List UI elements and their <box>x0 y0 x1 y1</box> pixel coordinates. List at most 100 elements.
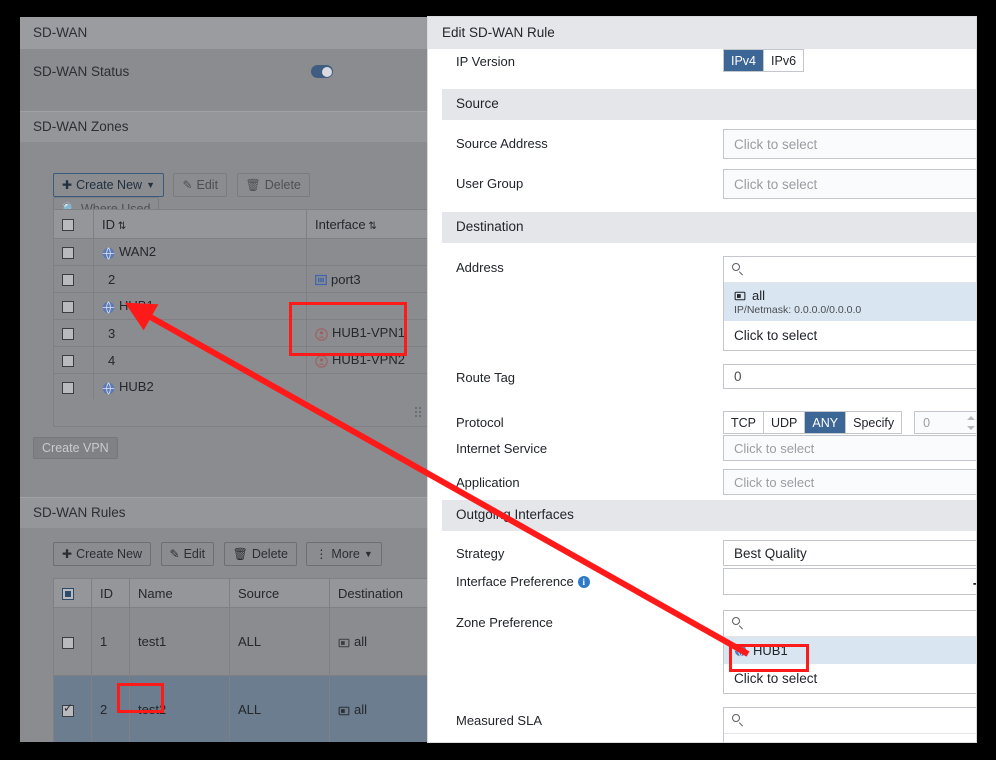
screenshot-root: SD-WAN SD-WAN Status SD-WAN Zones ✚ Crea… <box>0 0 996 760</box>
create-vpn-button[interactable]: Create VPN <box>33 437 118 459</box>
zone-preference-footer[interactable]: Click to select <box>724 664 976 693</box>
source-section-header: Source <box>442 89 976 120</box>
zone-interface-cell: port3 <box>306 265 428 293</box>
rules-more-button[interactable]: ⋮ More ▼ <box>306 542 382 566</box>
outgoing-interfaces-section-header: Outgoing Interfaces <box>442 500 976 531</box>
zone-preference-selector: HUB1 Click to select <box>723 610 976 694</box>
dialog-title: Edit SD-WAN Rule <box>442 25 555 40</box>
info-icon[interactable]: i <box>577 576 590 588</box>
protocol-udp-option[interactable]: UDP <box>764 412 806 433</box>
strategy-select[interactable]: Best Quality <box>723 540 976 566</box>
row-checkbox-cell[interactable] <box>53 238 94 266</box>
row-checkbox-cell[interactable] <box>53 675 92 742</box>
zone-preference-option-hub1[interactable]: HUB1 <box>724 637 976 664</box>
row-checkbox-cell[interactable] <box>53 373 94 401</box>
destination-address-search-input[interactable] <box>724 257 976 283</box>
protocol-number-input[interactable]: 0 <box>914 411 976 434</box>
zone-interface-label: port3 <box>331 271 361 287</box>
zone-icon <box>102 247 115 259</box>
rule-id-cell: 1 <box>91 607 130 676</box>
row-checkbox-cell[interactable] <box>53 292 94 320</box>
row-checkbox-cell[interactable] <box>53 607 92 676</box>
row-checkbox[interactable] <box>62 355 74 368</box>
protocol-any-option[interactable]: ANY <box>805 412 847 433</box>
source-address-input[interactable]: Click to select <box>723 129 976 159</box>
table-row[interactable]: 2 port3 <box>53 265 428 293</box>
trash-icon: 🗑 <box>232 547 248 561</box>
zones-create-new-button[interactable]: ✚ Create New ▼ <box>53 173 164 197</box>
table-row[interactable]: 2 test2 ALL all <box>53 675 428 742</box>
destination-address-footer[interactable]: Click to select <box>724 321 976 350</box>
dialog-title-bar: Edit SD-WAN Rule <box>428 17 976 49</box>
ip-version-ipv6-option[interactable]: IPv6 <box>764 50 804 71</box>
sdwan-rules-section-header: SD-WAN Rules <box>20 497 428 528</box>
rule-source-cell: ALL <box>229 607 330 676</box>
zone-id-cell: 3 <box>93 319 307 347</box>
row-checkbox[interactable] <box>62 701 74 717</box>
port-icon <box>315 274 327 286</box>
rules-edit-button[interactable]: ✎ Edit <box>160 542 215 566</box>
table-row[interactable]: 4 HUB1-VPN2 <box>53 346 428 374</box>
measured-sla-search-input[interactable] <box>724 708 976 734</box>
zones-delete-button[interactable]: 🗑 Delete <box>236 173 310 197</box>
destination-address-option-all[interactable]: all IP/Netmask: 0.0.0.0/0.0.0.0 <box>724 283 976 321</box>
rules-create-new-button[interactable]: ✚ Create New <box>53 542 152 566</box>
zones-select-all-cell[interactable] <box>53 209 94 239</box>
resize-grip-icon[interactable] <box>415 407 422 418</box>
row-checkbox-cell[interactable] <box>53 265 94 293</box>
row-checkbox[interactable] <box>62 274 74 287</box>
zones-col-id[interactable]: ID ⇅ <box>93 209 307 239</box>
sdwan-zones-section-header: SD-WAN Zones <box>20 111 428 142</box>
rules-select-all-cell[interactable] <box>53 578 92 608</box>
row-checkbox[interactable] <box>62 382 74 395</box>
table-row[interactable]: WAN2 <box>53 238 428 266</box>
table-row[interactable]: HUB2 <box>53 373 428 401</box>
address-icon <box>338 638 350 647</box>
spinner-icon[interactable] <box>967 416 976 430</box>
row-checkbox[interactable] <box>62 636 74 649</box>
zone-icon <box>102 301 115 313</box>
zone-interface-cell: HUB1-VPN1 <box>306 319 428 347</box>
zones-table-footer <box>53 399 428 427</box>
ip-version-ipv4-option[interactable]: IPv4 <box>724 50 765 71</box>
internet-service-input[interactable]: Click to select <box>723 435 976 461</box>
table-row[interactable]: 1 test1 ALL all <box>53 607 428 676</box>
row-checkbox[interactable] <box>62 301 74 314</box>
rules-edit-label: Edit <box>183 547 206 561</box>
rules-select-all-checkbox[interactable] <box>62 588 74 601</box>
zones-col-interface[interactable]: Interface ⇅ <box>306 209 428 239</box>
protocol-tcp-option[interactable]: TCP <box>724 412 764 433</box>
row-checkbox[interactable] <box>62 328 74 341</box>
interface-preference-field[interactable]: + <box>723 568 976 595</box>
zone-preference-search-input[interactable] <box>724 611 976 637</box>
destination-address-option-name: all <box>752 288 766 303</box>
rules-delete-button[interactable]: 🗑 Delete <box>223 542 297 566</box>
zones-delete-label: Delete <box>264 178 301 192</box>
destination-section-header: Destination <box>442 212 976 243</box>
route-tag-input[interactable]: 0 <box>723 364 976 389</box>
outgoing-interfaces-section-title: Outgoing Interfaces <box>456 507 574 522</box>
zone-id-cell: HUB1 <box>93 292 307 320</box>
strategy-label: Strategy <box>456 546 505 561</box>
rule-destination-cell: all <box>329 607 428 676</box>
table-row[interactable]: HUB1 <box>53 292 428 320</box>
zones-col-interface-label: Interface <box>315 216 366 232</box>
protocol-specify-option[interactable]: Specify <box>846 412 902 433</box>
zones-select-all-checkbox[interactable] <box>62 219 74 232</box>
zone-interface-cell <box>306 292 428 320</box>
sdwan-status-toggle[interactable] <box>311 65 333 78</box>
zones-edit-button[interactable]: ✎ Edit <box>173 173 228 197</box>
user-group-input[interactable]: Click to select <box>723 169 976 199</box>
rules-col-source-label: Source <box>238 585 280 601</box>
row-checkbox[interactable] <box>62 247 74 260</box>
table-row[interactable]: 3 HUB1-VPN1 <box>53 319 428 347</box>
application-input[interactable]: Click to select <box>723 469 976 495</box>
row-checkbox-cell[interactable] <box>53 346 94 374</box>
sdwan-rules-title: SD-WAN Rules <box>33 505 126 520</box>
rules-delete-label: Delete <box>251 547 288 561</box>
add-interface-preference-button[interactable]: + <box>973 576 976 594</box>
destination-address-selector: all IP/Netmask: 0.0.0.0/0.0.0.0 Click to… <box>723 256 976 351</box>
zones-table-body: WAN2 2 port3 HUB1 3 HUB1-VPN1 4 HUB1-VPN… <box>53 238 428 401</box>
rules-col-destination-label: Destination <box>338 585 404 601</box>
row-checkbox-cell[interactable] <box>53 319 94 347</box>
